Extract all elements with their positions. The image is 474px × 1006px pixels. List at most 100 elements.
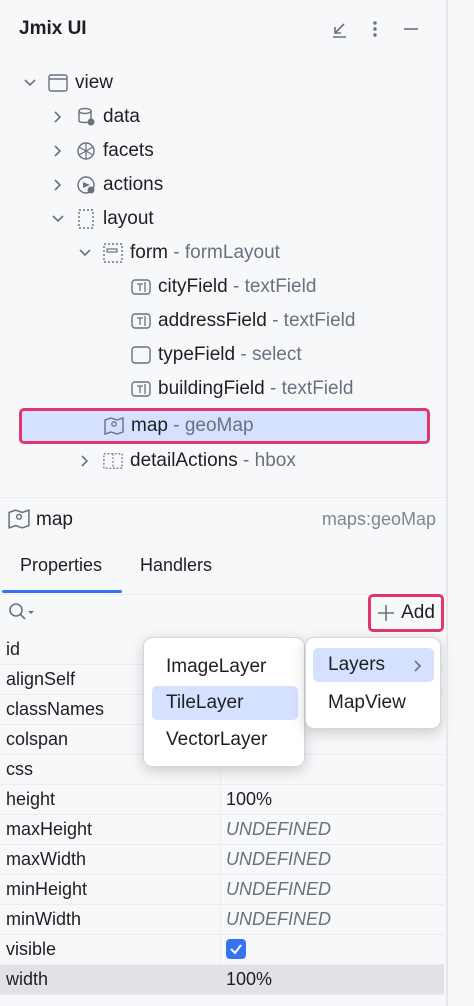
menu-item-label: Layers: [328, 654, 386, 675]
visible-checkbox[interactable]: [226, 939, 246, 959]
property-value[interactable]: UNDEFINED: [226, 819, 331, 840]
tree-item-type: - textField: [272, 310, 356, 331]
add-submenu: Layers MapView: [305, 637, 441, 729]
tree-item-label: facets: [103, 140, 154, 161]
property-row[interactable]: maxWidth UNDEFINED: [0, 845, 444, 875]
component-name: map: [36, 509, 73, 530]
chevron-down-icon[interactable]: [77, 245, 93, 261]
add-menu: ImageLayer TileLayer VectorLayer: [143, 637, 305, 767]
property-row[interactable]: minHeight UNDEFINED: [0, 875, 444, 905]
property-name: alignSelf: [6, 669, 76, 689]
check-icon: [226, 939, 246, 959]
collapse-icon[interactable]: [326, 16, 352, 42]
property-name: height: [6, 789, 56, 809]
component-type: maps:geoMap: [321, 509, 436, 529]
chevron-right-icon[interactable]: [77, 453, 93, 469]
scrollbar[interactable]: [446, 0, 448, 1006]
property-name: id: [6, 639, 21, 659]
tree-item-map[interactable]: map - geoMap: [104, 409, 254, 443]
menu-item-tilelayer[interactable]: TileLayer: [152, 686, 298, 720]
tree-item-label: data: [103, 106, 140, 127]
tree-item-label: map: [131, 415, 168, 436]
chevron-down-icon[interactable]: [22, 75, 38, 91]
hbox-icon: [103, 451, 123, 471]
chevron-down-icon[interactable]: [50, 211, 66, 227]
more-options-icon[interactable]: [362, 16, 388, 42]
chevron-right-icon[interactable]: [50, 177, 66, 193]
tree-item-form[interactable]: form - formLayout: [77, 236, 280, 270]
property-row[interactable]: visible: [0, 935, 444, 965]
menu-item-mapview[interactable]: MapView: [313, 686, 434, 720]
chevron-right-icon[interactable]: [50, 109, 66, 125]
tree-item-label: actions: [103, 174, 164, 195]
property-name: minHeight: [6, 879, 88, 899]
menu-item-imagelayer[interactable]: ImageLayer: [152, 650, 298, 684]
tree-item-label: cityField: [158, 276, 228, 297]
property-name: width: [6, 969, 49, 989]
text-field-icon: [131, 379, 151, 399]
property-value[interactable]: UNDEFINED: [226, 849, 331, 870]
add-button[interactable]: Add: [368, 594, 444, 632]
text-field-icon: [131, 311, 151, 331]
tree-item-view[interactable]: view: [22, 66, 113, 100]
tree-item-data[interactable]: data: [50, 100, 140, 134]
property-name: colspan: [6, 729, 69, 749]
property-value[interactable]: 100%: [226, 789, 272, 810]
tree-item-facets[interactable]: facets: [50, 134, 154, 168]
tree-item-layout[interactable]: layout: [50, 202, 154, 236]
database-icon: [76, 107, 96, 127]
property-name: classNames: [6, 699, 105, 719]
map-icon: [8, 508, 30, 535]
property-value[interactable]: UNDEFINED: [226, 909, 331, 930]
tab-handlers[interactable]: Handlers: [140, 555, 212, 576]
tree-item-detailactions[interactable]: detailActions - hbox: [77, 444, 296, 478]
menu-item-layers[interactable]: Layers: [313, 648, 434, 682]
layout-icon: [76, 209, 96, 229]
divider: [0, 497, 446, 498]
property-row[interactable]: maxHeight UNDEFINED: [0, 815, 444, 845]
tree-item-cityfield[interactable]: cityField - textField: [131, 270, 316, 304]
tree-item-label: addressField: [158, 310, 267, 331]
tree-item-label: buildingField: [158, 378, 265, 399]
window-icon: [48, 73, 68, 93]
property-name: visible: [6, 939, 57, 959]
actions-icon: [76, 175, 96, 195]
tree-item-typefield[interactable]: typeField - select: [131, 338, 302, 372]
chevron-right-icon: [412, 657, 424, 679]
tree-item-label: form: [130, 242, 168, 263]
active-tab-indicator: [2, 590, 122, 593]
property-value[interactable]: UNDEFINED: [226, 879, 331, 900]
tree-item-actions[interactable]: actions: [50, 168, 163, 202]
tree-item-buildingfield[interactable]: buildingField - textField: [131, 372, 353, 406]
tree-item-type: - textField: [232, 276, 317, 297]
select-icon: [131, 345, 151, 365]
tree-item-label: detailActions: [130, 450, 238, 471]
menu-item-vectorlayer[interactable]: VectorLayer: [152, 723, 298, 757]
plus-icon: [377, 604, 395, 622]
property-value[interactable]: 100%: [226, 969, 272, 990]
property-name: maxWidth: [6, 849, 87, 869]
tab-properties[interactable]: Properties: [20, 555, 102, 576]
form-layout-icon: [103, 243, 123, 263]
tree-item-label: typeField: [158, 344, 236, 365]
facets-icon: [76, 141, 96, 161]
property-name: minWidth: [6, 909, 82, 929]
map-icon: [104, 416, 124, 436]
tree-item-label: layout: [103, 208, 154, 229]
property-row[interactable]: width 100%: [0, 965, 444, 995]
property-name: maxHeight: [6, 819, 93, 839]
tree-item-type: - formLayout: [173, 242, 280, 263]
minimize-icon[interactable]: [398, 16, 424, 42]
tree-item-addressfield[interactable]: addressField - textField: [131, 304, 355, 338]
tree-item-type: - hbox: [243, 450, 296, 471]
tree-item-type: - select: [240, 344, 302, 365]
add-button-label: Add: [401, 602, 435, 623]
tree-item-type: - geoMap: [173, 415, 254, 436]
panel-title: Jmix UI: [19, 18, 87, 39]
component-tree: view data facets actions layout form - f…: [0, 66, 446, 496]
property-row[interactable]: height 100%: [0, 785, 444, 815]
search-icon[interactable]: [8, 602, 36, 627]
property-row[interactable]: minWidth UNDEFINED: [0, 905, 444, 935]
chevron-right-icon[interactable]: [50, 143, 66, 159]
property-name: css: [6, 759, 33, 779]
